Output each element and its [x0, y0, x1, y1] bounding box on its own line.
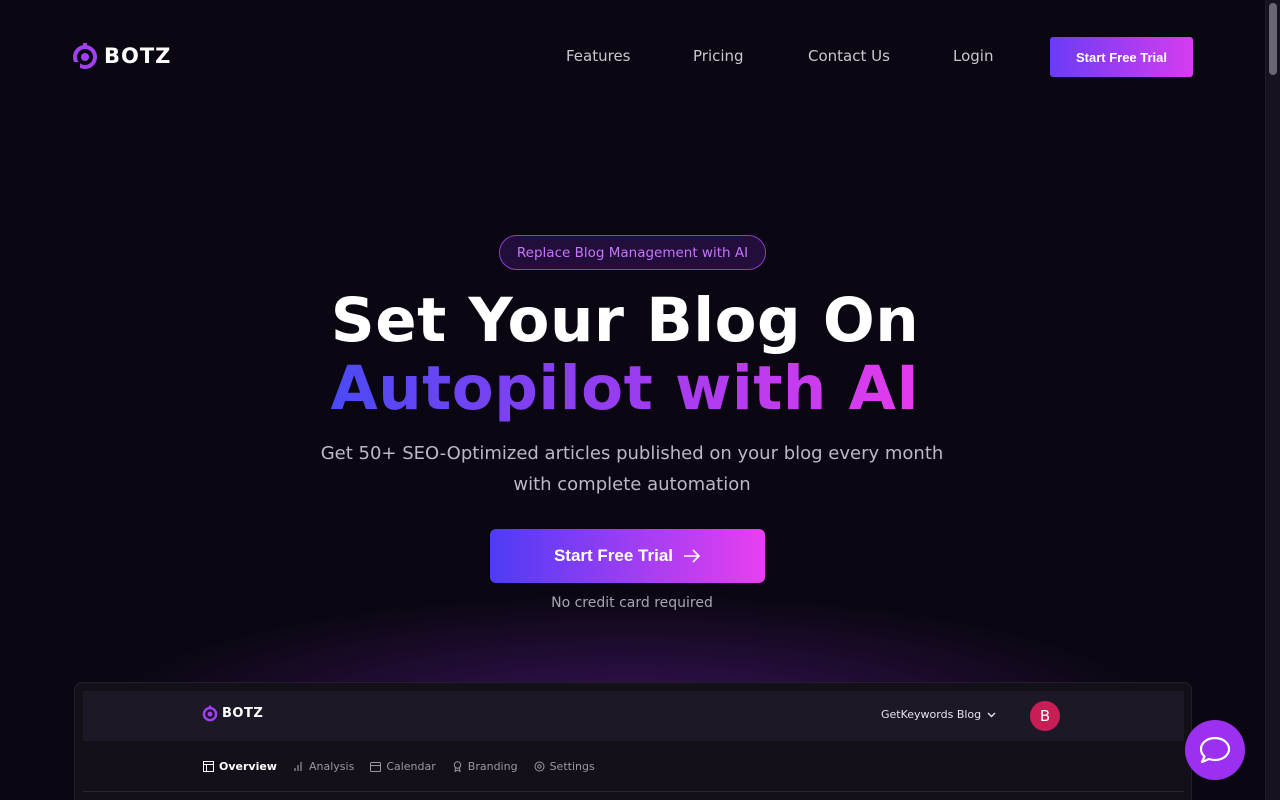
tab-settings[interactable]: Settings: [534, 760, 595, 773]
chat-bubble-icon: [1199, 736, 1231, 764]
hero-cta-label: Start Free Trial: [553, 546, 674, 565]
layout-icon: [203, 761, 214, 772]
botz-logo-icon: [202, 705, 218, 722]
tab-label: Overview: [219, 760, 277, 773]
headline-line-2: Autopilot with AI: [0, 352, 1250, 426]
preview-logo-text: BOTZ: [222, 706, 264, 721]
tab-label: Analysis: [308, 760, 355, 773]
tab-label: Settings: [549, 760, 595, 773]
nav-link-contact[interactable]: Contact Us: [808, 47, 890, 65]
subhead-line-1: Get 50+ SEO-Optimized articles published…: [320, 443, 944, 464]
headline-line-1: Set Your Blog On: [330, 285, 920, 356]
subhead-line-2: with complete automation: [513, 474, 751, 495]
preview-tabs: Overview Analysis Calendar Branding Sett…: [203, 760, 595, 773]
nav-start-trial-button[interactable]: Start Free Trial: [1050, 37, 1193, 77]
blog-selector-label: GetKeywords Blog: [881, 708, 982, 721]
preview-logo: BOTZ: [202, 705, 263, 722]
chevron-down-icon: [987, 712, 996, 717]
preview-divider: [83, 791, 1184, 792]
arrow-right-icon: [684, 549, 701, 563]
dashboard-preview: BOTZ GetKeywords Blog B Overview Analysi…: [74, 682, 1192, 800]
nav-link-features[interactable]: Features: [566, 47, 631, 65]
tab-label: Calendar: [386, 760, 436, 773]
landing-page: BOTZ Features Pricing Contact Us Login S…: [0, 0, 1280, 800]
tab-calendar[interactable]: Calendar: [370, 760, 436, 773]
tab-overview[interactable]: Overview: [203, 760, 277, 773]
avatar[interactable]: B: [1030, 701, 1060, 731]
hero-start-trial-button[interactable]: Start Free Trial: [490, 529, 765, 583]
gear-icon: [534, 761, 545, 772]
bar-chart-icon: [294, 762, 302, 771]
logo[interactable]: BOTZ: [72, 42, 171, 70]
no-credit-card-note: No credit card required: [551, 595, 713, 611]
top-nav: BOTZ Features Pricing Contact Us Login S…: [0, 0, 1265, 115]
tab-analysis[interactable]: Analysis: [293, 760, 354, 773]
nav-link-login[interactable]: Login: [953, 47, 993, 65]
award-icon: [453, 761, 461, 772]
nav-link-pricing[interactable]: Pricing: [693, 47, 744, 65]
hero-badge: Replace Blog Management with AI: [499, 235, 766, 270]
page-scrollbar[interactable]: [1265, 0, 1280, 800]
calendar-icon: [370, 762, 382, 772]
tab-label: Branding: [467, 760, 518, 773]
chat-button[interactable]: [1185, 720, 1245, 780]
hero-subhead: Get 50+ SEO-Optimized articles published…: [0, 438, 1264, 500]
headline-gradient-text: Autopilot with AI: [330, 353, 920, 424]
scrollbar-thumb[interactable]: [1269, 3, 1277, 75]
preview-header: BOTZ GetKeywords Blog B: [83, 691, 1184, 741]
botz-logo-icon: [73, 43, 97, 69]
blog-selector[interactable]: GetKeywords Blog: [881, 708, 996, 721]
tab-branding[interactable]: Branding: [452, 760, 518, 773]
logo-text: BOTZ: [104, 44, 172, 68]
